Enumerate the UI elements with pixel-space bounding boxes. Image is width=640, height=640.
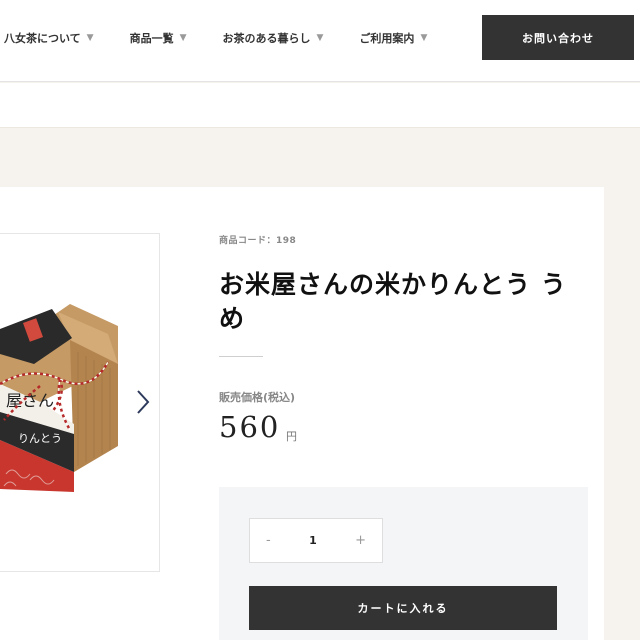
nav-item-products[interactable]: 商品一覧 ▼ [130,30,187,46]
product-title: お米屋さんの米かりんとう うめ [219,270,567,333]
subheader-band [0,83,640,128]
global-nav: 八女茶について ▼ 商品一覧 ▼ お茶のある暮らし ▼ ご利用案内 ▼ [4,30,463,46]
nav-item-about-yame-tea[interactable]: 八女茶について ▼ [4,30,94,46]
svg-text:りんとう: りんとう [18,432,62,445]
decrease-quantity-button[interactable]: - [266,533,271,548]
quantity-value[interactable]: 1 [309,534,317,547]
nav-item-guide[interactable]: ご利用案内 ▼ [359,30,427,46]
price-value: 560 [219,410,281,444]
nav-item-label: 八女茶について [4,32,81,45]
caret-down-icon: ▼ [420,33,428,43]
nav-item-tea-life[interactable]: お茶のある暮らし ▼ [223,30,324,46]
product-code: 商品コード：198 [219,236,297,246]
nav-item-label: 商品一覧 [129,32,174,45]
price-label: 販売価格(税込) [219,391,296,404]
add-to-cart-button[interactable]: カートに入れる [249,586,557,630]
quantity-stepper[interactable]: - 1 + [249,518,383,563]
title-divider [219,356,263,357]
caret-down-icon: ▼ [179,33,187,43]
increase-quantity-button[interactable]: + [355,533,366,548]
caret-down-icon: ▼ [316,33,324,43]
caret-down-icon: ▼ [86,33,94,43]
currency-unit: 円 [286,430,297,443]
next-image-arrow-icon[interactable] [134,388,152,416]
site-header: 八女茶について ▼ 商品一覧 ▼ お茶のある暮らし ▼ ご利用案内 ▼ お問い合… [0,0,640,82]
nav-item-label: ご利用案内 [359,32,415,45]
contact-button[interactable]: お問い合わせ [482,15,634,60]
nav-item-label: お茶のある暮らし [222,32,311,45]
